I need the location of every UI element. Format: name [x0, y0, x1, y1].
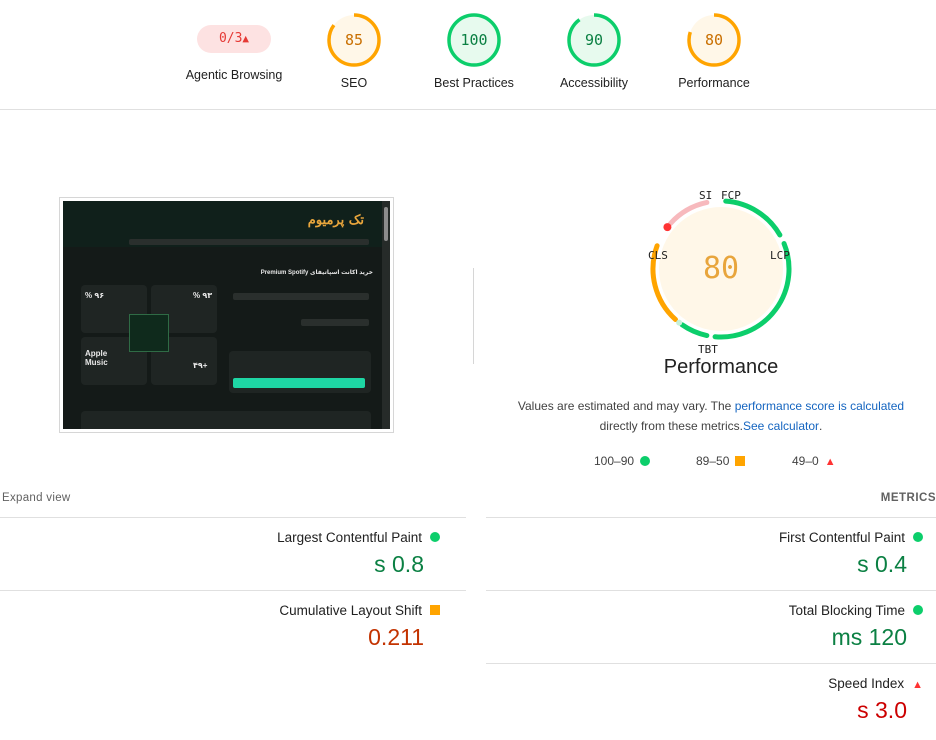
screenshot-scrollbar: [382, 201, 390, 429]
accessibility-score-gauge: 90: [566, 12, 622, 68]
metric-name: Cumulative Layout Shift: [279, 603, 422, 618]
metric-value: s 0.4: [857, 551, 907, 577]
average-square-icon: [735, 456, 746, 466]
metric-divider: [486, 517, 936, 518]
score-value: 90: [584, 31, 604, 49]
metric-value: 0.211: [368, 624, 424, 650]
legend-average: 89–50: [696, 454, 746, 468]
category-performance[interactable]: 80 Performance: [654, 12, 774, 90]
pass-dot-icon: [640, 456, 651, 466]
metric-label-fcp: FCP: [721, 189, 741, 202]
metric-divider: [0, 517, 466, 518]
metric-name: First Contentful Paint: [778, 530, 905, 545]
agentic-browsing-score-pill: 0/3▲: [197, 25, 271, 53]
metric-divider: [486, 590, 936, 591]
metric-value: s 0.8: [374, 551, 424, 577]
pass-dot-icon: [913, 532, 923, 542]
screenshot-select: [301, 319, 369, 326]
screenshot-stat-text: % ۹۳: [193, 291, 213, 300]
metric-value: ms 120: [831, 624, 907, 650]
screenshot-logo: تک پرمیوم: [307, 213, 364, 228]
metric-name: Largest Contentful Paint: [277, 530, 422, 545]
screenshot-select: [233, 293, 369, 300]
best-practices-score-gauge: 100: [446, 12, 502, 68]
fail-triangle-icon: ▲: [242, 32, 250, 45]
pass-dot-icon: [913, 605, 923, 615]
score-value: 100: [460, 31, 488, 49]
metric-first-contentful-paint[interactable]: First Contentful Paint s 0.4: [493, 530, 923, 578]
category-accessibility[interactable]: 90 Accessibility: [534, 12, 654, 90]
average-square-icon: [430, 605, 440, 615]
metric-label-tbt: TBT: [698, 343, 718, 356]
page-screenshot-thumbnail[interactable]: تک پرمیوم Premium Spotify خرید اکانت اسپ…: [59, 197, 394, 433]
screenshot-content: تک پرمیوم Premium Spotify خرید اکانت اسپ…: [63, 201, 390, 429]
category-label: Accessibility: [559, 76, 629, 90]
score-note: Values are estimated and may vary. The p…: [517, 399, 905, 433]
metric-label-cls: CLS: [648, 249, 668, 262]
screenshot-promo-image: [129, 314, 169, 352]
metric-label-si: SI: [699, 189, 713, 202]
performance-score-gauge: 80: [686, 12, 742, 68]
performance-score: 80: [702, 251, 740, 286]
metric-cumulative-layout-shift[interactable]: Cumulative Layout Shift 0.211: [10, 603, 440, 651]
category-gauges: 0/3▲ Agentic Browsing 85 SEO 100 Best Pr…: [0, 0, 936, 110]
category-best-practices[interactable]: 100 Best Practices: [414, 12, 534, 90]
category-label: Agentic Browsing: [185, 68, 283, 82]
fail-triangle-icon: ▲: [824, 456, 836, 468]
legend-fail: 49–0 ▲: [792, 454, 836, 468]
metric-speed-index[interactable]: Speed Index ▲ s 3.0: [493, 676, 923, 724]
category-seo[interactable]: 85 SEO: [294, 12, 414, 90]
score-value: 85: [344, 31, 364, 49]
screenshot-promo-heading: Premium Spotify خرید اکانت اسپاتیفای: [260, 270, 373, 276]
category-label: Performance: [678, 76, 750, 90]
fail-triangle-icon: ▲: [912, 679, 923, 691]
metric-largest-contentful-paint[interactable]: Largest Contentful Paint s 0.8: [10, 530, 440, 578]
category-label: SEO: [340, 76, 368, 90]
screenshot-lower-section: [81, 411, 371, 429]
screenshot-stat-text: Apple Music: [85, 349, 108, 367]
screenshot-stat-text: % ۹۶: [85, 291, 105, 300]
screenshot-stat-text: ۴۹+: [193, 361, 208, 370]
vertical-divider: [473, 268, 474, 364]
metric-name: Total Blocking Time: [788, 603, 905, 618]
see-calculator-link[interactable]: See calculator: [743, 419, 819, 433]
score-calculated-link[interactable]: performance score is calculated: [735, 399, 904, 413]
performance-metric-gauge: 80: [648, 196, 794, 342]
pass-dot-icon: [430, 532, 440, 542]
metric-label-lcp: LCP: [770, 249, 790, 262]
metric-divider: [0, 590, 466, 591]
metric-total-blocking-time[interactable]: Total Blocking Time ms 120: [493, 603, 923, 651]
metrics-header: METRICS: [880, 492, 936, 504]
performance-title: Performance: [663, 356, 779, 378]
seo-score-gauge: 85: [326, 12, 382, 68]
metric-value: s 3.0: [857, 697, 907, 723]
screenshot-buy-button: [233, 378, 365, 388]
expand-view-toggle[interactable]: Expand view: [2, 492, 71, 504]
legend-good: 100–90: [594, 454, 651, 468]
category-agentic-browsing[interactable]: 0/3▲ Agentic Browsing: [174, 12, 294, 82]
metric-divider: [486, 663, 936, 664]
score-value: 80: [704, 31, 724, 49]
metric-name: Speed Index: [828, 676, 905, 691]
category-label: Best Practices: [434, 76, 514, 90]
screenshot-search-bar: [129, 239, 369, 245]
